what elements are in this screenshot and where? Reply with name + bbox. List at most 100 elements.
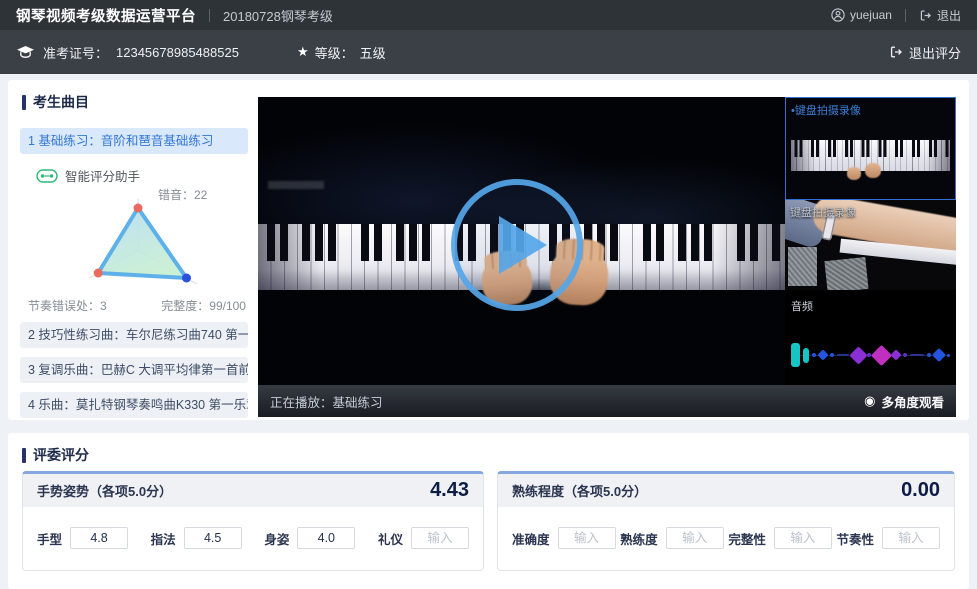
- waveform-segment: [947, 354, 950, 357]
- waveform-segment: [803, 348, 809, 363]
- thumb-hand-right: [865, 163, 881, 178]
- user-icon: [831, 8, 845, 22]
- radar-svg: [20, 192, 248, 296]
- multi-angle-icon: ◉: [864, 393, 875, 409]
- field-proficiency: 熟练度: [620, 527, 724, 549]
- accuracy-input[interactable]: [558, 527, 616, 549]
- waveform-segment: [927, 353, 931, 357]
- app-header: 钢琴视频考级数据运营平台 20180728钢琴考级 yuejuan 退出: [0, 0, 977, 30]
- field-etiquette: 礼仪: [378, 527, 469, 549]
- now-playing-text: 正在播放：基础练习: [270, 392, 383, 411]
- app-title: 钢琴视频考级数据运营平台: [16, 5, 196, 26]
- exam-panel: 考生曲目 1 基础练习：音阶和琶音基础练习 智能评分助手 错音：22 节奏错误处…: [8, 80, 969, 420]
- user-menu[interactable]: yuejuan: [831, 8, 892, 22]
- song-item-4[interactable]: 4 乐曲：莫扎特钢琴奏鸣曲K330 第一乐章: [20, 392, 248, 418]
- audio-label: 音频: [791, 298, 813, 314]
- player-status-bar: 正在播放：基础练习 ◉ 多角度观看: [258, 385, 956, 417]
- radar-vertex-dot: [182, 274, 191, 283]
- field-label: 完整性: [728, 529, 766, 548]
- field-label: 指法: [151, 529, 176, 548]
- judge-scoring-panel: 评委评分 手势姿势（各项5.0分） 4.43 手型 指法 身姿 礼仪: [8, 433, 969, 589]
- assistant-icon: [36, 169, 58, 183]
- field-hand-shape: 手型: [37, 527, 128, 549]
- field-posture: 身姿: [264, 527, 355, 549]
- score-card-title: 熟练程度（各项5.0分）: [512, 481, 647, 500]
- song-item-1[interactable]: 1 基础练习：音阶和琶音基础练习: [20, 128, 248, 154]
- songs-section-title: 考生曲目: [22, 92, 89, 112]
- song-item-2[interactable]: 2 技巧性练习曲：车尔尼练习曲740 第一首: [20, 322, 248, 348]
- username: yuejuan: [850, 8, 892, 22]
- score-card-proficiency: 熟练程度（各项5.0分） 0.00 准确度 熟练度 完整性 节奏性: [497, 471, 955, 571]
- rhythm-input[interactable]: [882, 527, 940, 549]
- graduation-cap-icon: [16, 45, 35, 60]
- score-card-fields: 准确度 熟练度 完整性 节奏性: [498, 507, 954, 569]
- field-label: 礼仪: [378, 529, 403, 548]
- scoring-section-title: 评委评分: [22, 445, 89, 465]
- field-fingering: 指法: [151, 527, 242, 549]
- field-rhythm: 节奏性: [836, 527, 940, 549]
- score-card-total: 0.00: [901, 479, 940, 502]
- title-accent-bar: [22, 448, 26, 463]
- thumbnail-keyboard-cam-2[interactable]: 键盘拍摄录像: [785, 200, 956, 290]
- exit-scoring-icon: [889, 45, 903, 59]
- ticket-number: 12345678985488525: [116, 45, 239, 60]
- score-card-total: 4.43: [430, 479, 469, 502]
- scoring-title-text: 评委评分: [33, 445, 89, 465]
- field-label: 熟练度: [620, 529, 658, 548]
- logout-button[interactable]: 退出: [919, 7, 961, 24]
- ai-score-assistant: 智能评分助手: [36, 166, 140, 185]
- waveform-segment: [817, 349, 828, 360]
- field-completeness: 完整性: [728, 527, 832, 549]
- completeness-input[interactable]: [774, 527, 832, 549]
- thumbnail-1-label: •键盘拍摄录像: [791, 102, 861, 118]
- score-card-gesture: 手势姿势（各项5.0分） 4.43 手型 指法 身姿 礼仪: [22, 471, 484, 571]
- play-icon: [499, 216, 547, 274]
- main-video[interactable]: [258, 97, 785, 385]
- multi-angle-button[interactable]: ◉ 多角度观看: [864, 392, 944, 411]
- assistant-label: 智能评分助手: [65, 166, 140, 185]
- logout-icon: [919, 9, 932, 22]
- score-card-title: 手势姿势（各项5.0分）: [37, 481, 172, 500]
- multi-angle-label: 多角度观看: [881, 392, 944, 411]
- radar-vertex-dot: [94, 269, 103, 278]
- exit-scoring-button[interactable]: 退出评分: [889, 43, 961, 62]
- song-item-3[interactable]: 3 复调乐曲：巴赫C 大调平均律第一首前奏曲: [20, 357, 248, 383]
- waveform-segment: [849, 346, 867, 364]
- field-accuracy: 准确度: [512, 527, 616, 549]
- waveform-segment: [910, 354, 924, 356]
- waveform-segment: [812, 353, 816, 357]
- hand-shape-input[interactable]: [70, 527, 128, 549]
- radar-vertex-dot: [134, 204, 143, 213]
- score-card-header: 手势姿势（各项5.0分） 4.43: [23, 474, 483, 507]
- proficiency-input[interactable]: [666, 527, 724, 549]
- camera-angle-list: •键盘拍摄录像 键盘拍摄录像 音频: [785, 97, 956, 385]
- texture-block: [788, 247, 817, 287]
- etiquette-input[interactable]: [411, 527, 469, 549]
- audio-waveform: [791, 342, 950, 368]
- radar-label-rhythm-errors: 节奏错误处：3: [28, 297, 107, 314]
- logout-label: 退出: [937, 7, 961, 24]
- exam-info-bar: 准考证号：12345678985488525 ★ 等级：五级 退出评分: [0, 30, 977, 74]
- fingering-input[interactable]: [184, 527, 242, 549]
- thumbnail-2-label: 键盘拍摄录像: [790, 204, 856, 220]
- thumbnail-keyboard-cam-1[interactable]: •键盘拍摄录像: [785, 97, 956, 200]
- texture-block: [824, 257, 868, 290]
- waveform-segment: [891, 349, 902, 360]
- header-divider-2: [905, 9, 906, 22]
- level-label: 等级：: [315, 43, 354, 62]
- audio-track[interactable]: 音频: [785, 290, 956, 385]
- waveform-segment: [903, 353, 907, 357]
- field-label: 身姿: [264, 529, 289, 548]
- ticket-label: 准考证号：: [43, 43, 108, 62]
- header-divider: [209, 9, 210, 22]
- ticket-info: 准考证号： 12345678985488525: [16, 43, 239, 62]
- waveform-segment: [837, 354, 849, 356]
- play-button[interactable]: [451, 179, 583, 311]
- field-label: 节奏性: [836, 529, 874, 548]
- score-radar-chart: 错音：22 节奏错误处：3 完整度：99/100: [20, 184, 248, 318]
- score-card-fields: 手型 指法 身姿 礼仪: [23, 507, 483, 569]
- posture-input[interactable]: [297, 527, 355, 549]
- title-accent-bar: [22, 95, 26, 110]
- waveform-segment: [830, 353, 834, 357]
- field-label: 手型: [37, 529, 62, 548]
